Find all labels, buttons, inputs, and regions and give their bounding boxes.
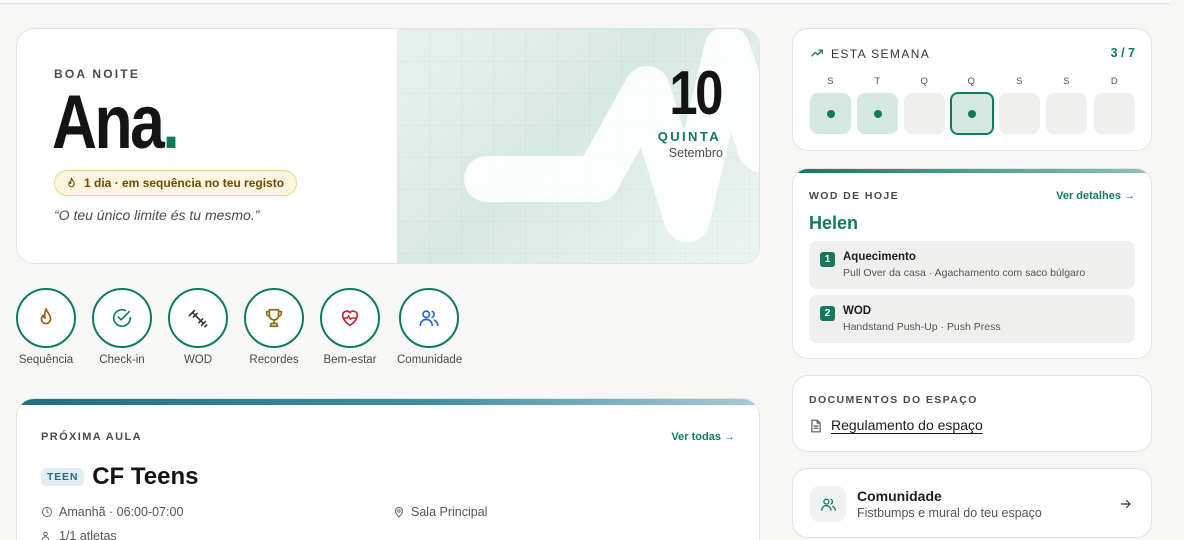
dumbbell-icon: [188, 309, 208, 328]
wod-accent-bar: [793, 169, 1151, 173]
next-class-heading: PRÓXIMA AULA: [41, 431, 142, 443]
weekday-label: S: [827, 76, 834, 87]
class-tag: TEEN: [41, 468, 85, 486]
trending-up-icon: [811, 49, 823, 57]
quick-action-wellbeing[interactable]: Bem-estar: [318, 288, 382, 366]
document-link[interactable]: Regulamento do espaço: [831, 417, 983, 433]
heart-pulse-icon: [341, 310, 359, 327]
day-cell-empty[interactable]: [1046, 93, 1087, 134]
weekday-label: S: [1016, 76, 1023, 87]
day-cell-done[interactable]: [810, 93, 851, 134]
trophy-icon: [265, 308, 283, 328]
flame-icon: [40, 308, 52, 325]
quick-action-label: Check-in: [99, 354, 145, 366]
user-name: Ana.: [52, 80, 180, 165]
streak-badge: 1 dia · em sequência no teu registo: [54, 170, 298, 196]
users-icon: [820, 498, 836, 511]
map-pin-icon: [394, 507, 404, 518]
community-card[interactable]: Comunidade Fistbumps e mural do teu espa…: [792, 468, 1152, 538]
wod-section[interactable]: 1 Aquecimento Pull Over da casa · Agacha…: [809, 241, 1135, 289]
clock-icon: [42, 507, 52, 517]
wod-card: WOD DE HOJE Ver detalhes → Helen 1 Aquec…: [792, 168, 1152, 359]
quick-action-wod[interactable]: WOD: [166, 288, 230, 366]
next-class-card: PRÓXIMA AULA Ver todas → TEEN CF Teens A…: [16, 398, 760, 540]
wod-section-title: Aquecimento: [843, 251, 916, 263]
wod-section[interactable]: 2 WOD Handstand Push-Up · Push Press: [809, 295, 1135, 343]
day-cell-empty[interactable]: [904, 93, 945, 134]
flame-icon: [68, 177, 75, 187]
weekday-label: D: [1110, 76, 1119, 87]
wod-section-number: 2: [820, 306, 835, 321]
quick-action-label: Comunidade: [397, 354, 463, 366]
wod-details-link[interactable]: Ver detalhes →: [1056, 190, 1135, 202]
week-progress-card: ESTA SEMANA 3 / 7 S T Q Q S S D: [792, 28, 1152, 151]
streak-text: 1 dia · em sequência no teu registo: [84, 176, 285, 190]
wod-title: Helen: [809, 213, 859, 233]
wod-heading: WOD DE HOJE: [809, 190, 900, 202]
class-title: CF Teens: [92, 463, 199, 490]
wod-section-number: 1: [820, 252, 835, 267]
quick-action-streak[interactable]: Sequência: [14, 288, 78, 366]
date-day-number: 10: [669, 59, 723, 128]
day-cell-today[interactable]: [950, 92, 994, 135]
quick-action-label: WOD: [183, 354, 213, 366]
day-cell-empty[interactable]: [1094, 93, 1135, 134]
document-icon: [811, 419, 821, 433]
see-all-link[interactable]: Ver todas →: [671, 431, 735, 443]
quick-action-community[interactable]: Comunidade: [397, 288, 463, 366]
users-icon: [41, 531, 50, 540]
date-month: Setembro: [668, 146, 723, 160]
week-count: 3 / 7: [1110, 46, 1135, 60]
wod-section-desc: Pull Over da casa · Agachamento com saco…: [843, 267, 1086, 279]
check-circle-icon: [112, 309, 132, 327]
weekday-label: Q: [920, 76, 929, 87]
date-weekday: QUINTA: [657, 129, 721, 144]
wod-section-desc: Handstand Push-Up · Push Press: [843, 321, 1001, 333]
greeting-hero-card: BOA NOITE Ana. 1 dia · em sequência no t…: [16, 28, 760, 264]
community-subtitle: Fistbumps e mural do teu espaço: [857, 506, 1042, 520]
community-icon-wrap: [810, 486, 846, 522]
arrow-right-icon: [1120, 499, 1131, 509]
documents-heading: DOCUMENTOS DO ESPAÇO: [809, 394, 978, 406]
top-bar: [0, 0, 1170, 4]
weekday-label: S: [1063, 76, 1070, 87]
community-title: Comunidade: [857, 488, 942, 504]
next-class-accent-bar: [17, 399, 759, 405]
users-icon: [419, 310, 439, 327]
quick-action-label: Bem-estar: [323, 354, 377, 366]
weekday-label: T: [874, 76, 881, 87]
day-cell-empty[interactable]: [999, 93, 1040, 134]
quick-action-label: Recordes: [249, 354, 299, 366]
class-athletes: 1/1 atletas: [41, 529, 117, 540]
weekday-label: Q: [967, 76, 976, 87]
wod-section-title: WOD: [843, 305, 872, 317]
documents-card: DOCUMENTOS DO ESPAÇO Regulamento do espa…: [792, 375, 1152, 452]
week-heading: ESTA SEMANA: [831, 47, 931, 61]
class-time: Amanhã · 06:00-07:00: [41, 505, 183, 519]
quick-action-checkin[interactable]: Check-in: [90, 288, 154, 366]
motivational-quote: “O teu único limite és tu mesmo.”: [54, 207, 260, 223]
class-title-row: TEEN CF Teens: [41, 463, 198, 491]
day-cell-done[interactable]: [857, 93, 898, 134]
greeting-label: BOA NOITE: [54, 67, 141, 81]
quick-action-label: Sequência: [18, 354, 74, 366]
class-location: Sala Principal: [393, 505, 487, 519]
quick-action-records[interactable]: Recordes: [242, 288, 306, 366]
